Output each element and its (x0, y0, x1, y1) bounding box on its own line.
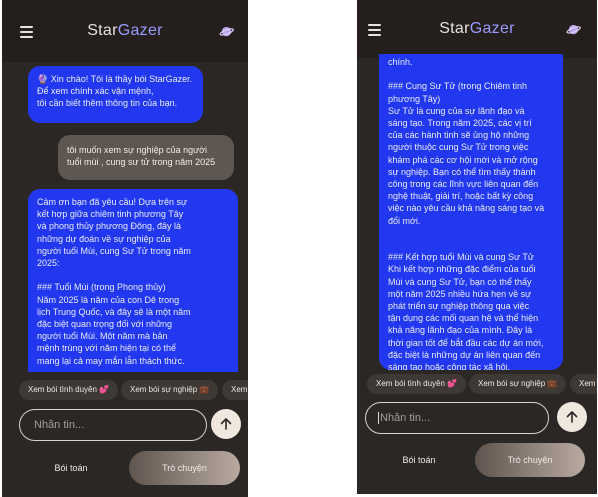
chip-love[interactable]: Xem bói tình duyên 💕 (19, 380, 119, 400)
app-title: StarGazer (357, 20, 597, 38)
chat-screen-left: StarGazer 🔮 Xin chào! Tôi là thầy bói St… (2, 0, 248, 497)
message-input-wrap (365, 402, 549, 434)
arrow-up-icon (220, 418, 232, 430)
message-user: tôi muốn xem sự nghiệp của người tuổi mù… (58, 135, 234, 180)
tab-chat[interactable]: Trò chuyện (129, 451, 240, 485)
suggestion-chips: Xem bói tình duyên 💕 Xem bói sự nghiệp 💼… (357, 374, 597, 396)
tab-chat[interactable]: Trò chuyện (475, 443, 585, 477)
suggestion-chips: Xem bói tình duyên 💕 Xem bói sự nghiệp 💼… (2, 380, 248, 402)
chip-career[interactable]: Xem bói sự nghiệp 💼 (469, 374, 567, 394)
arrow-up-icon (566, 411, 578, 423)
message-bot-greeting: 🔮 Xin chào! Tôi là thầy bói StarGazer. Đ… (28, 66, 203, 123)
message-input[interactable] (20, 410, 206, 440)
text-cursor (378, 412, 379, 424)
chip-career[interactable]: Xem bói sự nghiệp 💼 (121, 380, 219, 400)
planet-icon[interactable] (219, 24, 234, 39)
chip-more[interactable]: Xem (570, 374, 597, 394)
message-bot-reply: Cảm ơn bạn đã yêu cầu! Dựa trên sự kết h… (28, 189, 238, 372)
app-title-gazer: Gazer (469, 20, 515, 37)
app-bar: StarGazer (357, 0, 597, 58)
chip-love[interactable]: Xem bói tình duyên 💕 (367, 374, 467, 394)
tab-fortune[interactable]: Bói toán (20, 451, 122, 485)
send-button[interactable] (211, 409, 241, 439)
send-button[interactable] (557, 402, 587, 432)
app-bar: StarGazer (2, 0, 248, 62)
app-title-gazer: Gazer (117, 22, 163, 39)
message-bot-reply: chính. ### Cung Sư Tử (trong Chiêm tinh … (379, 54, 563, 370)
planet-icon[interactable] (566, 22, 581, 37)
app-title-star: Star (87, 22, 118, 39)
tab-fortune[interactable]: Bói toán (369, 443, 469, 477)
chip-more[interactable]: Xem (222, 380, 248, 400)
app-title-star: Star (439, 20, 470, 37)
chat-screen-right: StarGazer chính. ### Cung Sư Tử (trong C… (357, 0, 597, 494)
message-input[interactable] (366, 403, 548, 433)
message-input-wrap (19, 409, 207, 441)
app-title: StarGazer (2, 22, 248, 40)
